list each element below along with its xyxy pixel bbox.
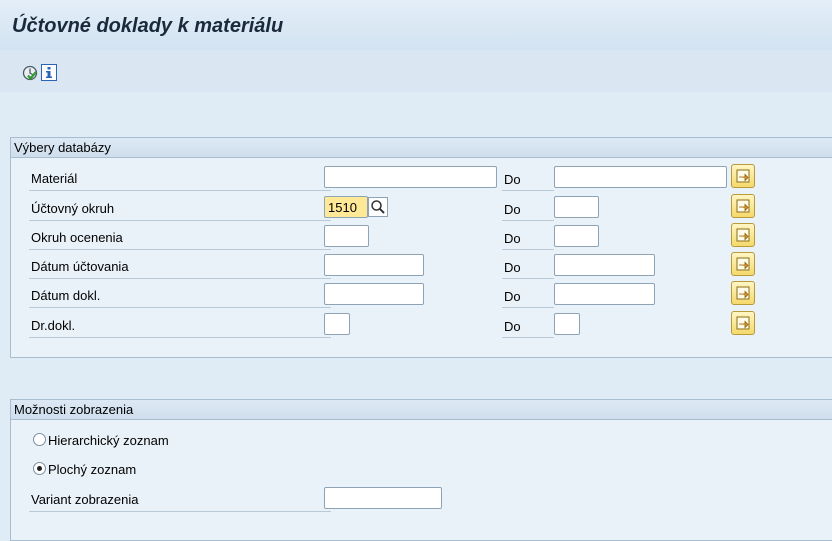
field-label: Materiál [29,170,331,191]
document-date-to-input[interactable] [554,283,655,305]
radio-label: Hierarchický zoznam [48,433,169,448]
multiple-selection-button[interactable] [731,194,755,218]
document-date-from-input[interactable] [324,283,424,305]
display-options-group: Možnosti zobrazenia Hierarchický zoznam … [10,399,832,541]
material-from-input[interactable] [324,166,497,188]
radio-label: Plochý zoznam [48,462,137,477]
database-selections-group: Výbery databázy Materiál Do Účtovný okru… [10,137,832,358]
multiple-selection-button[interactable] [731,252,755,276]
display-variant-input[interactable] [324,487,442,509]
to-label: Do [502,287,554,308]
group-title: Možnosti zobrazenia [11,400,832,420]
selection-row-material: Materiál Do [11,164,832,191]
to-label: Do [502,229,554,250]
material-to-input[interactable] [554,166,727,188]
multiple-selection-icon [736,286,750,300]
radio-button[interactable] [33,462,46,475]
value-help-button[interactable] [368,197,388,217]
to-label: Do [502,317,554,338]
search-icon [371,200,385,214]
info-icon[interactable] [41,64,57,81]
valuation-area-to-input[interactable] [554,225,599,247]
multiple-selection-icon [736,228,750,242]
group-title: Výbery databázy [11,138,832,158]
multiple-selection-icon [736,257,750,271]
selection-row-company-code: Účtovný okruh Do [11,194,832,221]
field-label: Okruh ocenenia [29,229,331,250]
multiple-selection-icon [736,199,750,213]
multiple-selection-button[interactable] [731,311,755,335]
valuation-area-from-input[interactable] [324,225,369,247]
field-label: Variant zobrazenia [29,491,331,512]
radio-flat-list[interactable]: Plochý zoznam [33,462,136,482]
document-type-from-input[interactable] [324,313,350,335]
radio-hierarchical-list[interactable]: Hierarchický zoznam [33,433,169,453]
to-label: Do [502,200,554,221]
field-label: Účtovný okruh [29,200,331,221]
selection-row-document-type: Dr.dokl. Do [11,311,832,338]
execute-icon[interactable] [22,65,38,81]
field-label: Dr.dokl. [29,317,331,338]
selection-row-valuation-area: Okruh ocenenia Do [11,223,832,250]
page-title: Účtovné doklady k materiálu [12,15,284,37]
field-label: Dátum dokl. [29,287,331,308]
multiple-selection-button[interactable] [731,164,755,188]
title-bar: Účtovné doklady k materiálu [0,0,832,50]
posting-date-to-input[interactable] [554,254,655,276]
selection-row-document-date: Dátum dokl. Do [11,281,832,308]
company-code-to-input[interactable] [554,196,599,218]
company-code-from-input[interactable] [324,196,368,218]
multiple-selection-button[interactable] [731,281,755,305]
selection-row-posting-date: Dátum účtovania Do [11,252,832,279]
application-toolbar [0,50,832,92]
to-label: Do [502,170,554,191]
multiple-selection-icon [736,169,750,183]
to-label: Do [502,258,554,279]
radio-button[interactable] [33,433,46,446]
posting-date-from-input[interactable] [324,254,424,276]
display-variant-row: Variant zobrazenia [11,487,832,512]
multiple-selection-icon [736,316,750,330]
document-type-to-input[interactable] [554,313,580,335]
multiple-selection-button[interactable] [731,223,755,247]
field-label: Dátum účtovania [29,258,331,279]
